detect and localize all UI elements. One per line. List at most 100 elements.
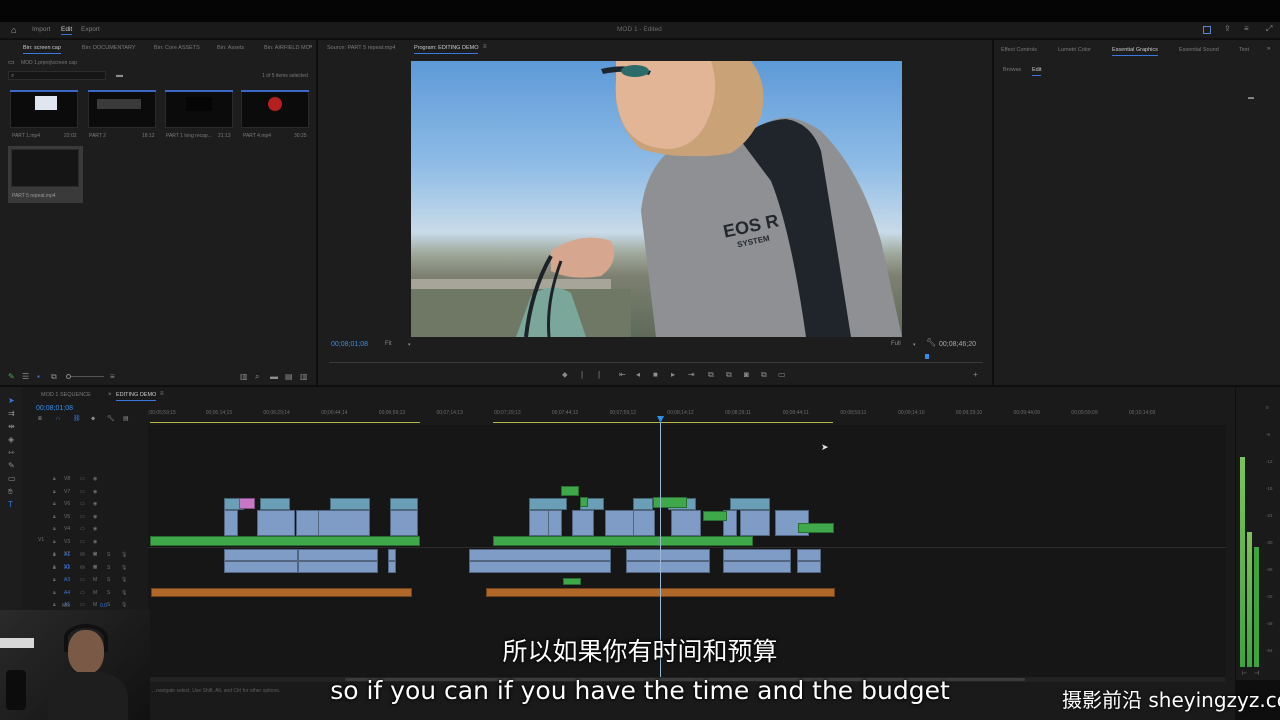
timeline-clip[interactable] bbox=[605, 510, 635, 536]
video-track-header[interactable]: 🔒︎ V7 ▭ ◉ bbox=[0, 487, 148, 499]
share-icon[interactable]: ⇪ bbox=[1224, 25, 1231, 33]
extract-icon[interactable]: ⧉ bbox=[726, 371, 732, 379]
microphone-icon[interactable]: 🎙︎ bbox=[121, 565, 127, 571]
zoom-handle[interactable] bbox=[66, 374, 71, 379]
audio-track-header[interactable]: 🔒︎ A3 ▭ M S 🎙︎ bbox=[0, 575, 148, 587]
home-icon[interactable]: ⌂ bbox=[11, 26, 16, 35]
timeline-clip[interactable] bbox=[390, 510, 418, 536]
work-area-bar-right[interactable] bbox=[493, 422, 833, 423]
selection-tool-icon[interactable]: ➤ bbox=[8, 397, 15, 405]
mute-button[interactable]: M bbox=[93, 577, 97, 583]
quality-dropdown[interactable]: Full bbox=[891, 341, 901, 347]
timeline-clip[interactable] bbox=[151, 588, 412, 597]
menu-icon[interactable]: ≡ bbox=[1244, 25, 1249, 33]
timeline-clip[interactable] bbox=[723, 549, 791, 561]
timeline-clip[interactable] bbox=[626, 549, 710, 561]
timeline-clip[interactable] bbox=[548, 510, 562, 536]
video-track-header[interactable]: 🔒︎ V8 ▭ ◉ bbox=[0, 474, 148, 486]
audio-track-header[interactable]: 🔒︎ A4 ▭ M S 🎙︎ bbox=[0, 588, 148, 600]
timeline-clip[interactable] bbox=[626, 561, 710, 573]
clip-tile-5-selected[interactable]: PART 5 repeat.mp4 bbox=[8, 146, 83, 203]
monitor-playhead[interactable] bbox=[925, 354, 929, 359]
tab-essential-sound[interactable]: Essential Sound bbox=[1179, 47, 1219, 53]
list-view-icon[interactable]: ☰ bbox=[22, 373, 29, 381]
audio-track-header[interactable]: 🔒︎ A2 ▭ M S 🎙︎ bbox=[0, 563, 148, 575]
timeline-clip[interactable] bbox=[224, 561, 298, 573]
program-video-frame[interactable]: EOS R SYSTEM bbox=[411, 61, 902, 337]
eye-icon[interactable]: ◉ bbox=[93, 539, 97, 545]
clip-thumbnail-2[interactable] bbox=[88, 90, 156, 128]
mute-button[interactable]: M bbox=[93, 565, 97, 571]
mute-button[interactable]: M bbox=[93, 590, 97, 596]
linked-selection-icon[interactable]: ⛓︎ bbox=[73, 415, 81, 423]
new-item-icon[interactable]: ▤ bbox=[285, 373, 293, 381]
timeline-clip[interactable] bbox=[723, 561, 791, 573]
video-track-header[interactable]: 🔒︎ V4 ▭ ◉ bbox=[0, 524, 148, 536]
tab-bin-airfield[interactable]: Bin: AIRFIELD MO bbox=[264, 45, 310, 51]
snap-icon[interactable]: ∩ bbox=[56, 415, 60, 423]
camera-icon[interactable]: ◙ bbox=[744, 371, 749, 379]
timeline-clip[interactable] bbox=[633, 510, 655, 536]
lock-icon[interactable]: 🔒︎ bbox=[53, 552, 56, 558]
timeline-clip[interactable] bbox=[469, 549, 611, 561]
eye-icon[interactable]: ◉ bbox=[93, 501, 97, 507]
subtab-browse[interactable]: Browse bbox=[1003, 67, 1021, 73]
timeline-clip[interactable] bbox=[797, 549, 821, 561]
solo-button[interactable]: S bbox=[107, 577, 110, 583]
icon-view-icon[interactable]: ▪ bbox=[37, 373, 40, 381]
work-area-bar-left[interactable] bbox=[150, 422, 420, 423]
nest-icon[interactable]: ⧈ bbox=[38, 415, 42, 423]
go-to-in-icon[interactable]: ⇤ bbox=[619, 371, 626, 379]
search-field[interactable]: ⌕ bbox=[8, 71, 106, 80]
microphone-icon[interactable]: 🎙︎ bbox=[121, 577, 127, 583]
more-tabs-icon[interactable]: » bbox=[309, 43, 312, 51]
lock-icon[interactable]: 🔒︎ bbox=[53, 539, 56, 545]
timeline-clip[interactable] bbox=[798, 523, 834, 533]
sync-icon[interactable]: ▭ bbox=[80, 489, 85, 495]
timeline-clip[interactable] bbox=[224, 549, 298, 561]
new-bin-icon[interactable]: ▬ bbox=[116, 72, 123, 80]
sync-icon[interactable]: ▭ bbox=[80, 590, 85, 596]
mark-out-icon[interactable]: | bbox=[598, 371, 600, 379]
marker-icon[interactable]: ⬥ bbox=[91, 415, 95, 423]
step-forward-icon[interactable]: ▸ bbox=[671, 371, 675, 379]
lock-icon[interactable]: 🔒︎ bbox=[53, 501, 56, 507]
sync-icon[interactable]: ▭ bbox=[80, 514, 85, 520]
timeline-clip[interactable] bbox=[390, 498, 418, 510]
lock-icon[interactable]: 🔒︎ bbox=[53, 565, 56, 571]
sort-icon[interactable]: ≡ bbox=[110, 373, 115, 381]
program-timecode[interactable]: 00;08;01;08 bbox=[331, 341, 368, 348]
source-patch-v1[interactable]: V1 bbox=[38, 537, 44, 543]
timeline-clip[interactable] bbox=[730, 498, 770, 510]
video-track-header[interactable]: 🔒︎ V3 ▭ ◉ bbox=[0, 537, 148, 549]
sync-icon[interactable]: ▭ bbox=[80, 539, 85, 545]
timeline-clip[interactable] bbox=[633, 498, 653, 510]
tab-bin-documentary[interactable]: Bin: DOCUMENTARY bbox=[82, 45, 136, 51]
timeline-timecode[interactable]: 00;08;01;08 bbox=[36, 405, 73, 412]
menu-import[interactable]: Import bbox=[32, 26, 50, 33]
clip-thumbnail-4[interactable] bbox=[241, 90, 309, 128]
lock-icon[interactable]: 🔒︎ bbox=[53, 476, 56, 482]
timeline-clip[interactable] bbox=[224, 510, 238, 536]
timeline-clip[interactable] bbox=[797, 561, 821, 573]
tab-essential-graphics[interactable]: Essential Graphics bbox=[1112, 47, 1158, 56]
monitor-scrubber[interactable] bbox=[329, 362, 983, 363]
timeline-clip[interactable] bbox=[671, 510, 701, 536]
tab-bin-screen-cap[interactable]: Bin: screen cap bbox=[23, 45, 61, 54]
automate-icon[interactable]: ▥ bbox=[240, 373, 248, 381]
close-icon[interactable]: × bbox=[108, 391, 112, 399]
microphone-icon[interactable]: 🎙︎ bbox=[121, 590, 127, 596]
timeline-clip[interactable] bbox=[561, 486, 579, 496]
clip-thumbnail-3[interactable] bbox=[165, 90, 233, 128]
eye-icon[interactable]: ◉ bbox=[93, 526, 97, 532]
eye-icon[interactable]: ◉ bbox=[93, 476, 97, 482]
timeline-clip[interactable] bbox=[318, 510, 370, 536]
panel-menu-icon[interactable]: ≡ bbox=[160, 390, 164, 398]
timeline-clip[interactable] bbox=[469, 561, 611, 573]
tab-source[interactable]: Source: PART 5 repeat.mp4 bbox=[327, 45, 395, 51]
go-to-out-icon[interactable]: ⇥ bbox=[688, 371, 695, 379]
sync-icon[interactable]: ▭ bbox=[80, 501, 85, 507]
timeline-clip[interactable] bbox=[529, 498, 567, 510]
panel-menu-icon[interactable]: ≡ bbox=[483, 43, 487, 51]
solo-button[interactable]: S bbox=[107, 552, 110, 558]
